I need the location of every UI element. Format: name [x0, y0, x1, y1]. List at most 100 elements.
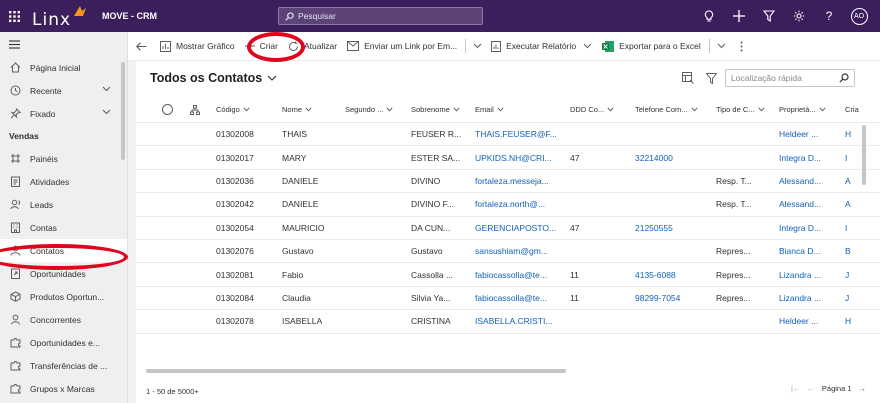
- column-header-sobrenome[interactable]: Sobrenome: [411, 97, 460, 122]
- sidebar-scrollbar[interactable]: [121, 62, 125, 160]
- col-criado[interactable]: I: [845, 146, 847, 168]
- next-page-button[interactable]: →: [859, 384, 867, 393]
- sidebar-item-contatos[interactable]: Contatos: [0, 239, 127, 262]
- filter-button[interactable]: [706, 72, 717, 84]
- col-criado[interactable]: A: [845, 170, 851, 192]
- sidebar-item-recent[interactable]: Recente: [0, 79, 127, 102]
- app-launcher-button[interactable]: [0, 0, 28, 32]
- col-proprietario[interactable]: Lizandra ...: [779, 287, 821, 309]
- sidebar-item-concorrentes[interactable]: Concorrentes: [0, 308, 127, 331]
- sidebar-item-paineis[interactable]: Painéis: [0, 147, 127, 170]
- select-all-radio[interactable]: [162, 97, 173, 122]
- table-row[interactable]: 01302078 ISABELLA CRISTINA ISABELLA.CRISTI.…: [136, 310, 880, 334]
- col-criado[interactable]: H: [845, 123, 851, 145]
- new-record-button[interactable]: [724, 0, 754, 32]
- column-header-email[interactable]: Email: [475, 97, 504, 122]
- quick-find-field[interactable]: [725, 69, 855, 87]
- settings-button[interactable]: [784, 0, 814, 32]
- col-email[interactable]: sansushiam@gm...: [475, 240, 548, 262]
- col-criado[interactable]: B: [845, 240, 851, 262]
- export-excel-dropdown[interactable]: [713, 32, 730, 61]
- table-row[interactable]: 01302017 MARY ESTER SA... UPKIDS.NH@CRI... 4…: [136, 146, 880, 170]
- column-header-nome[interactable]: Nome: [282, 97, 312, 122]
- table-row[interactable]: 01302081 Fabio Cassolla ... fabiocassolla@t…: [136, 263, 880, 287]
- col-email[interactable]: THAIS.FEUSER@F...: [475, 123, 557, 145]
- back-button[interactable]: [128, 32, 155, 61]
- sidebar-item-grupos-marcas[interactable]: Grupos x Marcas: [0, 377, 127, 400]
- col-proprietario[interactable]: Lizandra ...: [779, 263, 821, 285]
- col-telefone[interactable]: 21250555: [635, 217, 673, 239]
- column-header-telefone[interactable]: Telefone Com...: [635, 97, 698, 122]
- table-row[interactable]: 01302054 MAURICIO DA CUN... GERENCIAPOSTO..…: [136, 217, 880, 240]
- col-email[interactable]: fabiocassolla@te...: [475, 263, 547, 285]
- col-email[interactable]: fabiocassolla@te...: [475, 287, 547, 309]
- table-row[interactable]: 01302042 DANIELE DIVINO F... fortaleza.nort…: [136, 193, 880, 217]
- table-row[interactable]: 01302084 Claudia Silvia Ya... fabiocassolla…: [136, 287, 880, 311]
- table-row[interactable]: 01302008 THAIS FEUSER R... THAIS.FEUSER@F..…: [136, 123, 880, 147]
- help-button[interactable]: ?: [814, 0, 844, 32]
- advanced-filter-button[interactable]: [754, 0, 784, 32]
- hierarchy-button[interactable]: [187, 97, 200, 122]
- view-selector[interactable]: Todos os Contatos: [150, 71, 277, 85]
- sidebar-item-label: Página Inicial: [30, 62, 81, 73]
- sidebar-item-oportunidades-e[interactable]: Oportunidades e...: [0, 331, 127, 354]
- sidebar-item-pinned[interactable]: Fixado: [0, 102, 127, 125]
- sidebar-collapse-button[interactable]: [0, 32, 127, 56]
- col-criado[interactable]: H: [845, 310, 851, 332]
- col-proprietario[interactable]: Alessand...: [779, 170, 821, 192]
- col-criado[interactable]: J: [845, 263, 849, 285]
- grid-horizontal-scrollbar[interactable]: [146, 369, 566, 373]
- run-report-button[interactable]: Executar Relatório: [486, 32, 597, 61]
- sidebar-item-produtos-oportunidade[interactable]: Produtos Oportun...: [0, 285, 127, 308]
- col-proprietario[interactable]: Heldeer ...: [779, 310, 818, 332]
- col-proprietario[interactable]: Bianca D...: [779, 240, 821, 262]
- col-telefone[interactable]: 98299-7054: [635, 287, 680, 309]
- show-chart-button[interactable]: Mostrar Gráfico: [155, 32, 240, 61]
- column-header-proprietario[interactable]: Proprietá...: [779, 97, 826, 122]
- first-page-button[interactable]: |←: [791, 384, 800, 393]
- email-link-dropdown[interactable]: [469, 32, 486, 61]
- column-header-criado[interactable]: Cria: [845, 97, 859, 122]
- col-proprietario[interactable]: Integra D...: [779, 146, 821, 168]
- col-email[interactable]: GERENCIAPOSTO...: [475, 217, 556, 239]
- search-icon[interactable]: [839, 73, 849, 83]
- quick-find-input[interactable]: [731, 73, 831, 83]
- previous-page-button[interactable]: ←: [807, 384, 815, 393]
- col-proprietario[interactable]: Alessand...: [779, 193, 821, 215]
- column-header-tipo[interactable]: Tipo de C...: [716, 97, 765, 122]
- col-email[interactable]: UPKIDS.NH@CRI...: [475, 146, 552, 168]
- sidebar-item-transferencias[interactable]: Transferências de ...: [0, 354, 127, 377]
- lightbulb-button[interactable]: [694, 0, 724, 32]
- col-email[interactable]: ISABELLA.CRISTI...: [475, 310, 552, 332]
- create-button[interactable]: Criar: [240, 32, 283, 61]
- linx-logo[interactable]: Linx: [32, 0, 94, 32]
- col-telefone[interactable]: 32214000: [635, 146, 673, 168]
- email-link-button[interactable]: Enviar um Link por Em...: [342, 32, 462, 61]
- edit-columns-button[interactable]: [682, 72, 694, 84]
- global-search-input[interactable]: Pesquisar: [278, 7, 483, 25]
- sidebar-item-home[interactable]: Página Inicial: [0, 56, 127, 79]
- col-proprietario[interactable]: Heldeer ...: [779, 123, 818, 145]
- grid-vertical-scrollbar[interactable]: [862, 125, 866, 185]
- sitemap-sidebar: Página Inicial Recente Fixado Vendas Pai…: [0, 32, 128, 403]
- col-telefone[interactable]: 4135-6088: [635, 263, 676, 285]
- sidebar-item-atividades[interactable]: Atividades: [0, 170, 127, 193]
- export-excel-button[interactable]: Exportar para o Excel: [597, 32, 706, 61]
- user-profile-button[interactable]: AO: [844, 0, 874, 32]
- sidebar-item-leads[interactable]: Leads: [0, 193, 127, 216]
- table-row[interactable]: 01302036 DANIELE DIVINO fortaleza.messeja..…: [136, 170, 880, 194]
- column-header-ddd[interactable]: DDD Co...: [570, 97, 614, 122]
- sidebar-item-oportunidades[interactable]: Oportunidades: [0, 262, 127, 285]
- sidebar-item-contas[interactable]: Contas: [0, 216, 127, 239]
- more-commands-button[interactable]: [730, 32, 753, 61]
- refresh-button[interactable]: Atualizar: [283, 32, 342, 61]
- col-email[interactable]: fortaleza.north@...: [475, 193, 545, 215]
- column-header-segundo-nome[interactable]: Segundo ...: [345, 97, 393, 122]
- table-row[interactable]: 01302076 Gustavo Gustavo sansushiam@gm... Re…: [136, 240, 880, 264]
- col-criado[interactable]: J: [845, 287, 849, 309]
- col-criado[interactable]: A: [845, 193, 851, 215]
- col-proprietario[interactable]: Integra D...: [779, 217, 821, 239]
- col-criado[interactable]: I: [845, 217, 847, 239]
- column-header-codigo[interactable]: Código: [216, 97, 250, 122]
- col-email[interactable]: fortaleza.messeja...: [475, 170, 549, 192]
